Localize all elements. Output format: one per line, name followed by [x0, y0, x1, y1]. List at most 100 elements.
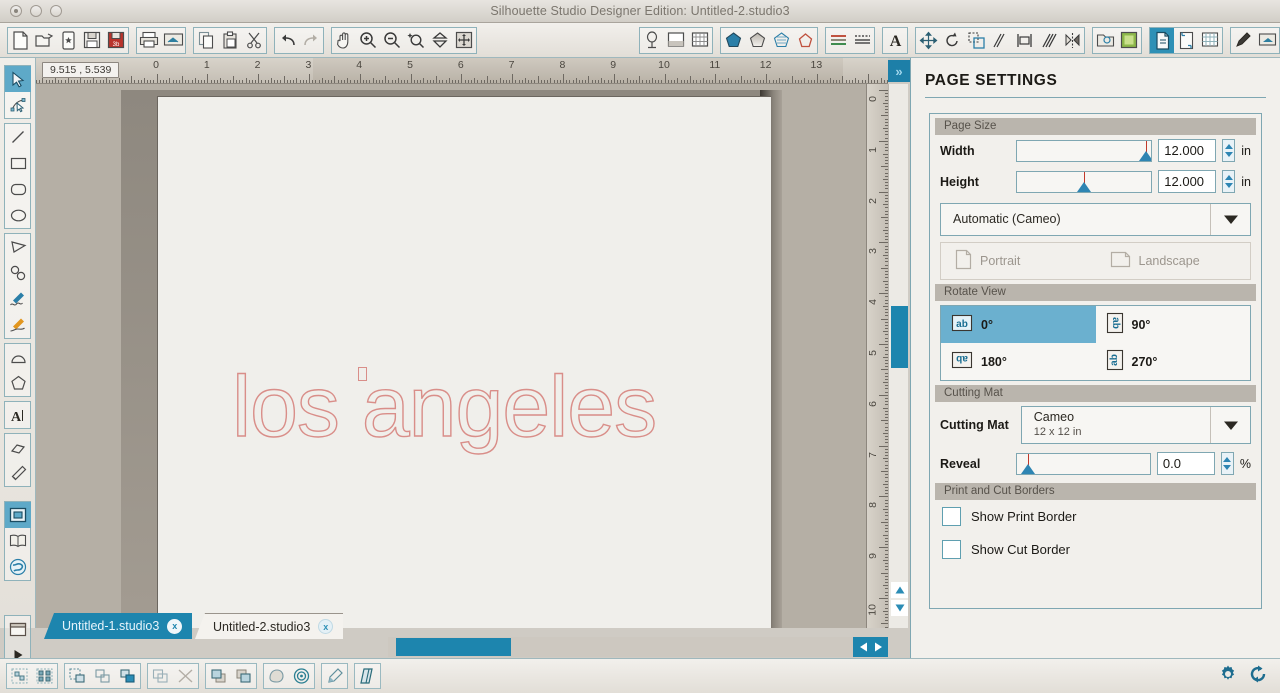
- show-print-border-checkbox[interactable]: [942, 507, 961, 526]
- selection-arrow-icon[interactable]: [5, 66, 31, 92]
- vertical-scroll-thumb[interactable]: [891, 306, 908, 368]
- smooth-freehand-tool-icon[interactable]: [5, 312, 31, 338]
- weld-icon[interactable]: [115, 664, 140, 688]
- store-icon[interactable]: [1117, 28, 1141, 53]
- height-value[interactable]: 12.000: [1158, 170, 1217, 193]
- reveal-slider[interactable]: [1016, 452, 1151, 475]
- rounded-rectangle-tool-icon[interactable]: [5, 176, 31, 202]
- width-stepper[interactable]: [1222, 139, 1236, 162]
- open-folder-icon[interactable]: [32, 28, 56, 53]
- machine-select[interactable]: Automatic (Cameo): [940, 203, 1251, 236]
- vertical-scrollbar[interactable]: [888, 84, 908, 628]
- rotate-option-0[interactable]: ab 0°: [941, 306, 1096, 343]
- redo-icon[interactable]: [299, 28, 323, 53]
- height-slider[interactable]: [1016, 170, 1153, 193]
- page-setup-icon[interactable]: [664, 28, 688, 53]
- preview-window-icon[interactable]: [5, 616, 31, 642]
- knife-tool-icon[interactable]: [5, 460, 31, 486]
- orientation-landscape[interactable]: Landscape: [1096, 251, 1251, 271]
- align-icon[interactable]: [1012, 28, 1036, 53]
- cutting-mat-select[interactable]: Cameo 12 x 12 in: [1020, 406, 1251, 444]
- line-style-icon[interactable]: [826, 28, 850, 53]
- reveal-stepper[interactable]: [1220, 452, 1234, 475]
- eyedropper-icon[interactable]: [322, 664, 347, 688]
- horizontal-scroll-arrows[interactable]: [853, 637, 888, 657]
- registration-target-icon[interactable]: [289, 664, 314, 688]
- close-tab-1-icon[interactable]: x: [167, 618, 183, 634]
- cut-style-icon[interactable]: [640, 28, 664, 53]
- send-to-back-icon[interactable]: [231, 664, 256, 688]
- eraser-tool-icon[interactable]: [5, 434, 31, 460]
- chevron-down-icon[interactable]: [1210, 204, 1250, 235]
- new-document-icon[interactable]: [8, 28, 32, 53]
- polygon-tool-icon[interactable]: [5, 234, 31, 260]
- gear-icon[interactable]: [1218, 664, 1238, 689]
- move-icon[interactable]: [916, 28, 940, 53]
- save-3d-icon[interactable]: 3b: [104, 28, 128, 53]
- sketch-style-icon[interactable]: [850, 28, 874, 53]
- release-compound-path-icon[interactable]: [90, 664, 115, 688]
- horizontal-ruler[interactable]: 0 1 2 3 4 5 6 7 8 9 10 11 12 13: [36, 58, 888, 84]
- rotate-option-90[interactable]: ab 90°: [1096, 306, 1251, 343]
- text-style-icon[interactable]: A: [883, 28, 907, 53]
- print-icon[interactable]: [137, 28, 161, 53]
- fill-pattern-icon[interactable]: [769, 28, 793, 53]
- scale-icon[interactable]: [964, 28, 988, 53]
- orientation-portrait[interactable]: Portrait: [941, 249, 1096, 273]
- vertical-ruler[interactable]: 0 1 2 3 4 5 6 7 8 9 10: [866, 84, 888, 628]
- close-tab-2-icon[interactable]: x: [318, 619, 333, 634]
- artwork-text-object[interactable]: los angeles: [231, 358, 657, 457]
- scroll-down-button[interactable]: [891, 600, 908, 616]
- cut-send-icon[interactable]: [1255, 28, 1279, 53]
- line-tool-icon[interactable]: [5, 124, 31, 150]
- fill-gradient-icon[interactable]: [745, 28, 769, 53]
- ellipse-tool-icon[interactable]: [5, 202, 31, 228]
- curve-tool-icon[interactable]: [5, 260, 31, 286]
- make-compound-path-icon[interactable]: [65, 664, 90, 688]
- grid-icon[interactable]: [1198, 28, 1222, 53]
- arc-tool-icon[interactable]: [5, 344, 31, 370]
- registration-marks-icon[interactable]: [1174, 28, 1198, 53]
- fit-to-window-icon[interactable]: [452, 28, 476, 53]
- show-cut-border-row[interactable]: Show Cut Border: [930, 533, 1261, 566]
- bring-to-front-icon[interactable]: [206, 664, 231, 688]
- page-settings-icon[interactable]: [1150, 27, 1174, 53]
- show-cut-border-checkbox[interactable]: [942, 540, 961, 559]
- grid-settings-icon[interactable]: [688, 28, 712, 53]
- group-icon[interactable]: [7, 664, 32, 688]
- regular-polygon-tool-icon[interactable]: [5, 370, 31, 396]
- offset-icon[interactable]: [264, 664, 289, 688]
- mirror-icon[interactable]: [1060, 28, 1084, 53]
- pan-hand-icon[interactable]: [332, 28, 356, 53]
- paste-icon[interactable]: [218, 28, 242, 53]
- reveal-value[interactable]: 0.0: [1156, 452, 1215, 475]
- library-book-icon[interactable]: [5, 528, 31, 554]
- edit-points-icon[interactable]: [5, 92, 31, 118]
- ungroup-icon[interactable]: [32, 664, 57, 688]
- subtract-icon[interactable]: [173, 664, 198, 688]
- save-icon[interactable]: [80, 28, 104, 53]
- text-tool-icon[interactable]: A: [5, 402, 31, 428]
- zoom-out-icon[interactable]: [380, 28, 404, 53]
- modify-icon[interactable]: [355, 664, 380, 688]
- zoom-in-icon[interactable]: [356, 28, 380, 53]
- cut-scissors-icon[interactable]: [242, 28, 266, 53]
- chevron-down-icon[interactable]: [1210, 407, 1250, 443]
- show-print-border-row[interactable]: Show Print Border: [930, 500, 1261, 533]
- store-globe-icon[interactable]: [5, 554, 31, 580]
- rotate-icon[interactable]: [940, 28, 964, 53]
- fill-color-icon[interactable]: [721, 28, 745, 53]
- freehand-tool-icon[interactable]: [5, 286, 31, 312]
- width-value[interactable]: 12.000: [1158, 139, 1217, 162]
- undo-icon[interactable]: [275, 28, 299, 53]
- design-canvas[interactable]: los angeles: [36, 84, 866, 628]
- copy-icon[interactable]: [194, 28, 218, 53]
- double-chevron-right-icon[interactable]: »: [888, 60, 910, 82]
- horizontal-scrollbar[interactable]: [388, 637, 888, 657]
- pen-tool-icon[interactable]: [1231, 28, 1255, 53]
- line-color-icon[interactable]: [793, 28, 817, 53]
- rectangle-tool-icon[interactable]: [5, 150, 31, 176]
- width-slider[interactable]: [1016, 139, 1153, 162]
- new-from-library-icon[interactable]: [56, 28, 80, 53]
- my-library-icon[interactable]: [1093, 28, 1117, 53]
